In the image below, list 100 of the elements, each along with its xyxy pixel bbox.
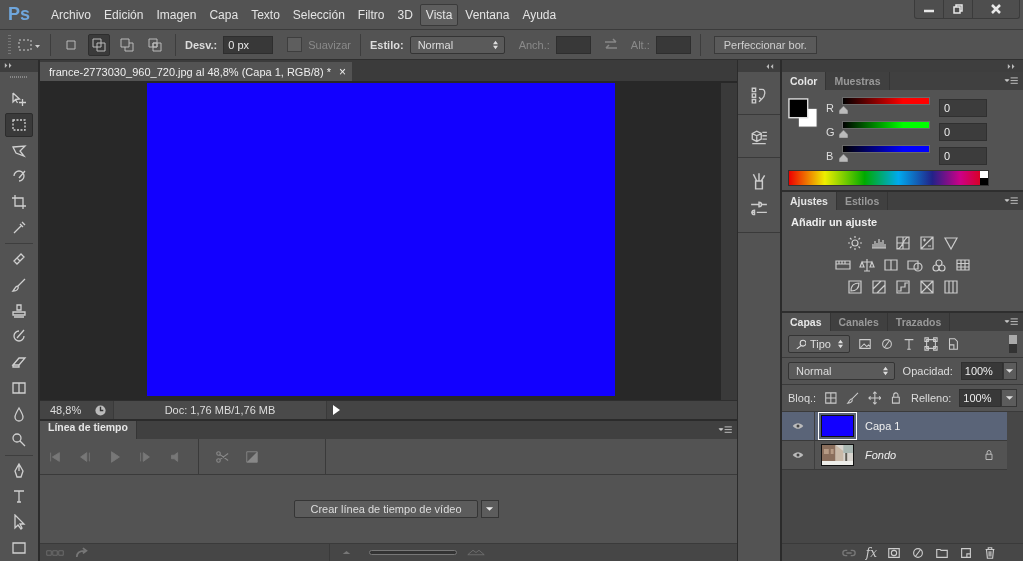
refine-edge-button[interactable]: Perfeccionar bor.: [713, 35, 817, 54]
app-logo: Ps: [8, 4, 31, 25]
menu-item[interactable]: Edición: [98, 3, 150, 26]
expand-icon[interactable]: [4, 62, 14, 70]
blend-mode-dropdown[interactable]: Normal: [788, 362, 895, 380]
panel-tab[interactable]: Muestras: [826, 72, 890, 90]
width-field[interactable]: [555, 35, 591, 54]
scales-icon[interactable]: [858, 257, 875, 273]
step-icon[interactable]: [894, 279, 911, 295]
brush-settings-icon[interactable]: [750, 200, 768, 218]
feather-field[interactable]: 0 px: [223, 35, 274, 54]
timeline-tab[interactable]: Línea de tiempo: [40, 421, 137, 439]
filter-toggle[interactable]: [1009, 335, 1017, 353]
move-cross-icon[interactable]: [867, 391, 882, 405]
menu-item[interactable]: Ventana: [459, 3, 516, 26]
lock-icon[interactable]: [889, 391, 903, 405]
layer-row[interactable]: Capa 1: [782, 412, 1007, 441]
collapse-icon[interactable]: [764, 62, 774, 70]
selection-mode-button[interactable]: [88, 33, 110, 56]
channel-value-field[interactable]: 0: [939, 123, 987, 141]
cube-icon[interactable]: [750, 129, 768, 147]
skip-start-icon[interactable]: [48, 449, 62, 464]
history-icon[interactable]: [750, 86, 768, 104]
menu-item[interactable]: Ayuda: [516, 3, 563, 26]
intersect-selection-icon: [147, 36, 163, 53]
panel-tab[interactable]: Ajustes: [782, 192, 837, 210]
menu-item[interactable]: Imagen: [150, 3, 203, 26]
color-spectrum[interactable]: [788, 170, 989, 186]
brush-icon[interactable]: [845, 391, 860, 405]
panel-tab[interactable]: Trazados: [887, 313, 951, 331]
fill-field[interactable]: 100%: [959, 389, 1002, 407]
panel-menu-icon[interactable]: [1004, 317, 1019, 327]
panel-menu-icon[interactable]: [1004, 196, 1019, 206]
checker-icon[interactable]: [824, 391, 838, 405]
pointer-icon: [11, 514, 27, 531]
document-tab[interactable]: france-2773030_960_720.jpg al 48,8% (Capa 1, RGB/8) * ×: [40, 62, 352, 81]
exposure-icon[interactable]: [918, 235, 935, 251]
filter-dropdown[interactable]: Tipo: [788, 335, 850, 353]
height-field[interactable]: [655, 35, 691, 54]
curves-icon[interactable]: [894, 235, 911, 251]
image-icon[interactable]: [858, 337, 872, 351]
tool-button[interactable]: [5, 112, 33, 137]
color-swatches[interactable]: [788, 98, 818, 128]
style-dropdown[interactable]: Normal: [409, 35, 505, 54]
panel-menu-icon[interactable]: [718, 425, 733, 435]
panel-tab[interactable]: Canales: [830, 313, 888, 331]
menu-item[interactable]: Archivo: [45, 3, 98, 26]
channel-slider[interactable]: [840, 145, 931, 163]
slider-thumb[interactable]: [839, 129, 848, 138]
create-video-timeline-button[interactable]: Crear línea de tiempo de vídeo: [294, 500, 478, 518]
channel-value-field[interactable]: 0: [939, 147, 987, 165]
sun-icon[interactable]: [846, 235, 863, 251]
layer-row[interactable]: Fondo: [782, 441, 1007, 470]
type-icon[interactable]: [902, 337, 916, 351]
gradient-bar-icon[interactable]: [834, 257, 851, 273]
menu-item[interactable]: Selección: [286, 3, 351, 26]
channel-slider[interactable]: [840, 97, 931, 115]
layer-name: Fondo: [865, 449, 897, 461]
dropdown-button[interactable]: [480, 500, 499, 518]
menu-item[interactable]: 3D: [391, 3, 419, 26]
menu-item[interactable]: Filtro: [351, 3, 391, 26]
menu-item[interactable]: Capa: [203, 3, 245, 26]
slider-thumb[interactable]: [839, 153, 848, 162]
eye-icon[interactable]: [792, 451, 804, 459]
trash-icon[interactable]: [983, 545, 997, 560]
opacity-field[interactable]: 100%: [960, 362, 1003, 380]
play-icon[interactable]: [330, 403, 342, 417]
vertical-scrollbar[interactable]: [721, 83, 737, 400]
channel-value-field[interactable]: 0: [939, 99, 987, 117]
fill-dropdown-button[interactable]: [1001, 389, 1017, 407]
brushes-icon[interactable]: [750, 172, 768, 190]
transform-icon[interactable]: [924, 337, 938, 351]
expand-icon[interactable]: [1007, 62, 1017, 70]
eye-icon[interactable]: [792, 422, 804, 430]
inverted-leaf-icon[interactable]: [846, 279, 863, 295]
panel-menu-icon[interactable]: [1004, 76, 1019, 86]
diagonal-icon[interactable]: [870, 279, 887, 295]
close-tab-button[interactable]: ×: [338, 64, 346, 79]
marquee-icon[interactable]: [17, 36, 41, 53]
fill-label: Relleno:: [910, 392, 952, 404]
three-circles-icon[interactable]: [930, 257, 947, 273]
menu-item[interactable]: Texto: [245, 3, 286, 26]
zoom-level[interactable]: 48,8%: [40, 404, 88, 416]
panel-tab[interactable]: Color: [782, 72, 827, 90]
slider-thumb[interactable]: [839, 105, 848, 114]
camera-icon[interactable]: [906, 257, 923, 273]
channel-slider[interactable]: [840, 121, 931, 139]
menu-item[interactable]: Vista: [419, 3, 459, 26]
lasso-icon: [11, 142, 27, 159]
triangle-icon[interactable]: [942, 235, 959, 251]
panel-tab[interactable]: Estilos: [836, 192, 889, 210]
smart-object-icon[interactable]: [946, 337, 960, 351]
grid-icon[interactable]: [954, 257, 971, 273]
stamp-icon: [11, 302, 27, 319]
panel-tab[interactable]: Capas: [782, 313, 831, 331]
subtract-selection-icon: [119, 36, 135, 53]
clock-icon[interactable]: [94, 403, 107, 417]
layer-style-button[interactable]: fx: [865, 545, 877, 560]
mask-icon[interactable]: [887, 545, 901, 560]
new-page-icon[interactable]: [959, 545, 973, 560]
